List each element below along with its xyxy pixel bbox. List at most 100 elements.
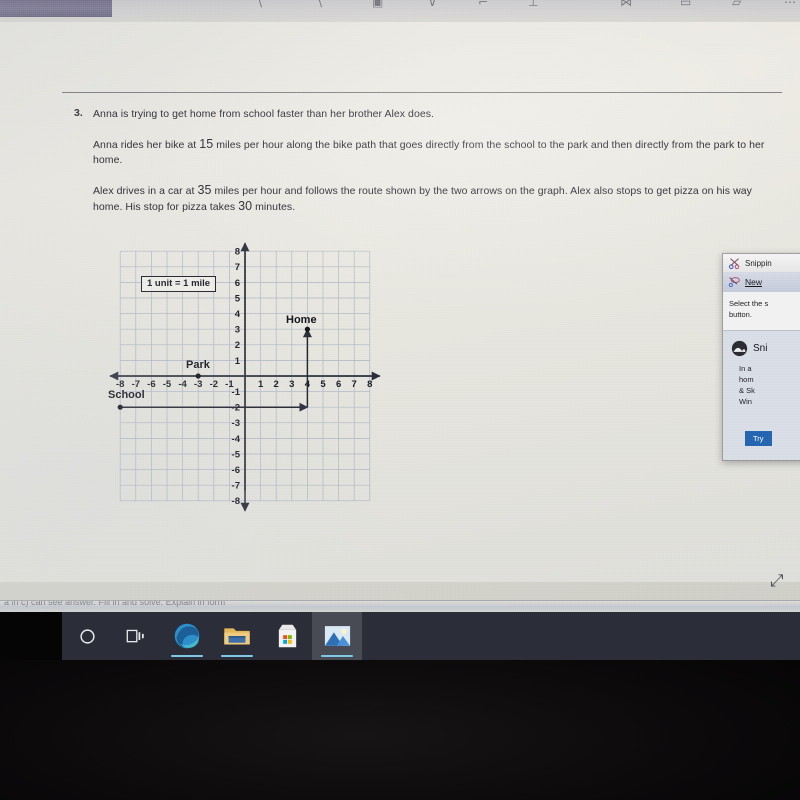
svg-text:-5: -5 [232,449,241,460]
svg-text:5: 5 [235,293,241,304]
svg-text:4: 4 [235,309,241,320]
snipping-tool-title-text: Snippin [745,258,772,268]
p1-pre: Anna rides her bike at [93,139,200,151]
edge-running-underline [171,655,203,657]
document-page: 3. Anna is trying to get home from schoo… [0,22,800,612]
laptop-photo: \ \ ▣ ∨ ⌐ ⊥ ⋈ ▭ ▱ ⋯ 3. Anna is trying to… [0,0,800,800]
p2-speed: 35 [197,183,212,197]
svg-text:2: 2 [274,379,279,390]
question-paragraph-2: Alex drives in a car at 35 miles per hou… [93,183,763,214]
new-snip-label: New [745,277,763,287]
toolbar-icon-more[interactable]: ⋯ [784,0,796,9]
svg-text:-3: -3 [232,418,240,429]
toolbar-icon-page[interactable]: ▭ [680,0,691,9]
svg-text:3: 3 [235,325,240,336]
promo-line-1: In a [739,364,752,373]
new-snip-button[interactable]: New [745,277,762,287]
question-title: Anna is trying to get home from school f… [93,108,434,120]
promo-body: In a hom & Sk Win [739,363,800,407]
graph-label-school: School [108,389,145,401]
snip-and-sketch-promo: Sni In a hom & Sk Win Try [723,330,800,460]
svg-text:-7: -7 [232,481,240,492]
promo-line-2: hom [739,375,754,384]
svg-text:6: 6 [235,278,240,289]
svg-text:7: 7 [352,379,357,390]
question-number: 3. [74,107,83,119]
svg-text:-2: -2 [232,403,240,414]
svg-text:-2: -2 [210,379,218,390]
svg-text:-4: -4 [178,379,187,390]
snipping-tool-toolbar: New [723,272,800,292]
snip-sketch-icon [731,340,748,357]
horizontal-rule [62,92,782,93]
task-view-icon [126,629,144,642]
graph-label-park: Park [186,359,210,371]
svg-text:-3: -3 [194,379,202,390]
snipping-tool-window[interactable]: Snippin New Select the s button. Sni In … [722,253,800,461]
p1-speed: 15 [199,137,214,151]
toolbar-icon-copy[interactable]: ▱ [732,0,741,9]
svg-text:8: 8 [235,247,240,258]
taskbar-item-task-view[interactable] [110,612,160,660]
graph-label-home: Home [286,314,317,326]
coordinate-graph: -8 -7 -6 -5 -4 -3 -2 -1 1 2 3 4 5 6 7 8 8 7 6 5 4 3 2 1 -1 -2 -3 -4… [108,234,388,524]
snipping-tool-titlebar: Snippin [723,254,800,272]
toolbar-icon-frame[interactable]: ▣ [372,0,383,9]
microsoft-edge-icon [174,623,200,649]
monitor-screen: \ \ ▣ ∨ ⌐ ⊥ ⋈ ▭ ▱ ⋯ 3. Anna is trying to… [0,0,800,612]
laptop-bezel: hp [0,660,800,800]
cortana-circle-icon [79,628,95,644]
hint-line-2: button. [729,310,752,319]
scissors-icon [728,257,740,269]
taskbar-item-photos[interactable] [312,612,362,660]
taskbar-item-microsoft-store[interactable] [262,612,312,660]
svg-text:-6: -6 [232,465,240,476]
taskbar-item-microsoft-edge[interactable] [162,612,212,660]
promo-title: Sni [753,343,768,354]
promo-line-3: & Sk [739,386,755,395]
toolbar-icon-shape[interactable]: ⊥ [528,0,538,9]
resize-grip-icon[interactable]: ⤢ [770,571,784,591]
svg-text:-6: -6 [147,379,155,390]
app-toolbar-strip: \ \ ▣ ∨ ⌐ ⊥ ⋈ ▭ ▱ ⋯ [0,0,800,22]
promo-line-4: Win [739,397,752,406]
explorer-running-underline [221,655,253,657]
svg-text:7: 7 [235,262,240,273]
svg-text:5: 5 [320,379,326,390]
hint-line-1: Select the s [729,299,769,308]
toolbar-icon-pen[interactable]: ⌐ [478,0,488,9]
toolbar-icon-2[interactable]: \ [318,0,322,9]
unit-legend-box: 1 unit = 1 mile [141,276,217,292]
toolbar-icon-crop[interactable]: ⋈ [620,0,632,9]
snipping-tool-hint: Select the s button. [729,298,800,320]
snipping-tool-body: Select the s button. Sni In a hom & Sk W… [723,292,800,460]
svg-text:1: 1 [258,379,264,390]
svg-text:1: 1 [235,356,241,367]
svg-text:2: 2 [235,340,240,351]
svg-text:8: 8 [367,379,372,390]
svg-text:3: 3 [289,379,294,390]
p2-pre: Alex drives in a car at [93,185,198,197]
p2-post: minutes. [252,200,296,213]
windows-taskbar [62,612,800,660]
taskbar-item-file-explorer[interactable] [212,612,262,660]
question-paragraph-1: Anna rides her bike at 15 miles per hour… [93,137,783,167]
microsoft-store-icon [278,624,296,648]
new-snip-icon[interactable] [728,276,741,289]
p2-minutes: 30 [238,198,253,213]
chevron-down-icon[interactable]: ∨ [428,0,437,9]
file-explorer-icon [224,628,250,645]
svg-text:-1: -1 [232,387,241,398]
try-button[interactable]: Try [745,431,772,446]
photos-running-underline [321,655,353,657]
svg-text:-8: -8 [232,496,240,507]
active-tab-chip[interactable] [0,0,112,17]
svg-text:-4: -4 [232,434,241,445]
toolbar-icon-1[interactable]: \ [258,0,262,9]
photos-icon [324,626,350,646]
cut-off-bottom-row: a in c) can see answer. Fill in and solv… [0,600,800,612]
svg-text:-5: -5 [163,379,172,390]
svg-text:6: 6 [336,379,341,390]
taskbar-item-cortana[interactable] [62,612,112,660]
cut-off-bottom-text: a in c) can see answer. Fill in and solv… [4,600,226,607]
